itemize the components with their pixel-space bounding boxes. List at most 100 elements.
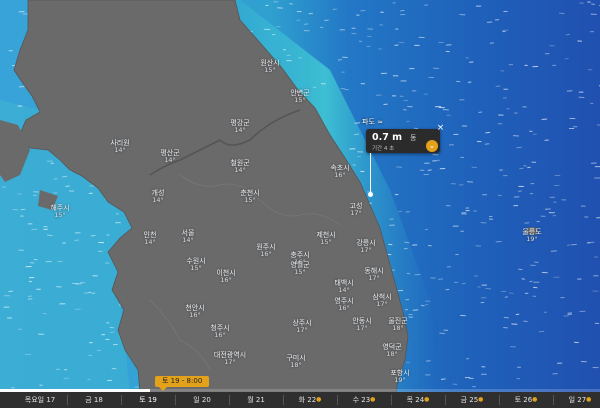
city-temp: 15° [320, 238, 332, 246]
chevron-down-icon[interactable]: ⌄ [426, 140, 438, 152]
city-label: 제천시 15° [316, 232, 335, 246]
timeline-day[interactable]: 일 27● [569, 392, 592, 408]
city-temp: 17° [356, 324, 368, 332]
popup-title: 파도 ≈ [362, 118, 383, 126]
city-temp: 15° [264, 66, 276, 74]
city-label: 영월군 15° [290, 262, 309, 276]
city-temp: 14° [182, 236, 194, 244]
timeline-day[interactable]: 목요일 17 [25, 392, 55, 408]
city-temp: 17° [360, 246, 372, 254]
city-temp: 16° [189, 311, 201, 319]
timeline-day-label: 토 26 [514, 396, 533, 404]
city-temp: 15° [294, 96, 306, 104]
wave-value: 0.7 m [372, 132, 403, 143]
city-label: 수원시 15° [186, 258, 205, 272]
timeline-divider [283, 395, 284, 405]
city-label: 인천 14° [144, 232, 157, 246]
timeline-divider [229, 395, 230, 405]
city-label: 영덕군 18° [382, 344, 401, 358]
city-label: 영주시 16° [334, 298, 353, 312]
city-temp: 19° [394, 376, 406, 384]
timeline-day[interactable]: 목 24● [407, 392, 430, 408]
city-temp: 17° [224, 358, 236, 366]
timeline-day-label: 월 21 [247, 396, 265, 404]
timeline-divider [337, 395, 338, 405]
timeline-divider [499, 395, 500, 405]
timeline-day[interactable]: 화 22● [299, 392, 322, 408]
timeline-day[interactable]: 토 26● [515, 392, 538, 408]
forecast-star-icon: ● [532, 396, 538, 403]
city-temp: 18° [386, 350, 398, 358]
city-label: 원주시 16° [256, 244, 275, 258]
timeline-divider [67, 395, 68, 405]
current-time-pill[interactable]: 토 19 - 8:00 [155, 376, 210, 391]
city-temp: 17° [376, 300, 388, 308]
timeline-divider [445, 395, 446, 405]
timeline-day[interactable]: 일 20 [193, 392, 211, 408]
timeline-day-label: 토 19 [139, 396, 157, 404]
city-label: 안동시 17° [352, 318, 371, 332]
wave-period: 기간 4 초 [372, 146, 395, 152]
forecast-star-icon: ● [478, 396, 484, 403]
map-canvas[interactable] [0, 0, 600, 408]
city-label: 평강군 14° [230, 120, 249, 134]
forecast-star-icon: ● [316, 396, 322, 403]
city-temp: 16° [260, 250, 272, 258]
city-temp: 17° [368, 274, 380, 282]
city-temp: 17° [296, 326, 308, 334]
city-label: 동해시 17° [364, 268, 383, 282]
forecast-star-icon: ● [370, 396, 376, 403]
city-temp: 14° [114, 146, 126, 154]
city-label: 상주시 17° [292, 320, 311, 334]
city-label: 서울 14° [182, 230, 195, 244]
city-temp: 14° [144, 238, 156, 246]
city-label: 안변군 15° [290, 90, 309, 104]
city-temp: 14° [152, 196, 164, 204]
city-temp: 15° [54, 211, 66, 219]
timeline-day-label: 금 18 [85, 396, 103, 404]
timeline-divider [175, 395, 176, 405]
forecast-star-icon: ● [586, 396, 592, 403]
timeline-divider [553, 395, 554, 405]
popup-pin-dot[interactable] [368, 192, 373, 197]
city-temp: 18° [290, 361, 302, 369]
city-label: 대전광역시 17° [214, 352, 246, 366]
city-label: 이천시 16° [216, 270, 235, 284]
timeline-day[interactable]: 토 19 [139, 392, 157, 408]
city-temp: 14° [234, 166, 246, 174]
city-label: 천안시 16° [185, 305, 204, 319]
timeline-day[interactable]: 월 21 [247, 392, 265, 408]
timeline-day[interactable]: 수 23● [353, 392, 376, 408]
city-temp: 16° [334, 171, 346, 179]
timeline-day[interactable]: 금 25● [461, 392, 484, 408]
city-temp: 14° [234, 126, 246, 134]
wave-direction: 동 [410, 134, 417, 142]
city-label: 청주시 16° [210, 325, 229, 339]
city-label: 고성 17° [350, 203, 363, 217]
timeline-divider [391, 395, 392, 405]
wave-map[interactable]: 고성 17° 속초시 16° 강릉시 17° 동해시 17° 삼척시 17° 울진군 18° 영덕군 18… [0, 0, 600, 408]
timeline-day[interactable]: 금 18 [85, 392, 103, 408]
city-temp: 17° [350, 209, 362, 217]
city-temp: 16° [220, 276, 232, 284]
city-label: 철원군 14° [230, 160, 249, 174]
timeline-bar[interactable]: 목요일 17 금 18 토 19 일 20 월 21 화 22● 수 23● 목 24● 금 2… [0, 392, 600, 408]
city-temp: 19° [526, 235, 538, 243]
timeline-day-label: 화 22 [298, 396, 317, 404]
city-label: 평산군 14° [160, 150, 179, 164]
city-temp: 14° [338, 286, 350, 294]
timeline-day-label: 목요일 17 [24, 396, 56, 404]
city-temp: 15° [294, 268, 306, 276]
timeline-day-label: 수 23 [352, 396, 371, 404]
city-label: 울진군 18° [388, 318, 407, 332]
city-temp: 14° [164, 156, 176, 164]
city-label: 원산시 15° [260, 60, 279, 74]
city-label: 구미시 18° [286, 355, 305, 369]
close-icon[interactable]: × [436, 124, 445, 133]
wave-popup[interactable]: 0.7 m 동 기간 4 초 ⌄ × [366, 124, 444, 153]
city-temp: 16° [214, 331, 226, 339]
city-temp: 15° [244, 196, 256, 204]
city-label: 울릉도 19° [522, 229, 541, 243]
city-temp: 15° [190, 264, 202, 272]
forecast-star-icon: ● [424, 396, 430, 403]
